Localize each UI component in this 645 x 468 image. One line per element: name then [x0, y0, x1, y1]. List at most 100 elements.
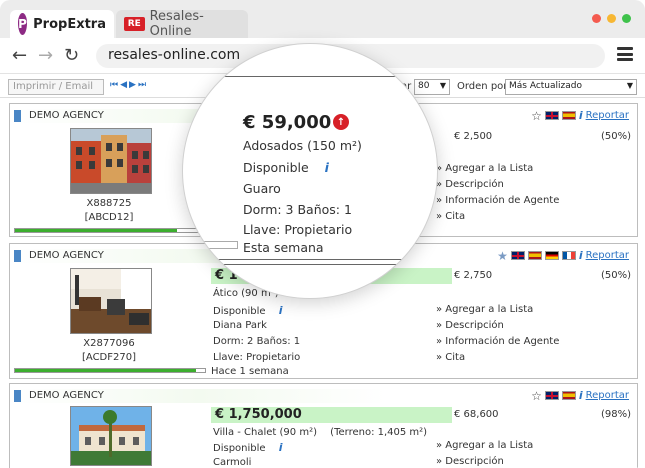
spain-flag-icon[interactable]: [561, 391, 576, 400]
price: € 1,750,000: [215, 407, 302, 422]
property-type: Villa - Chalet (90 m²) (Terreno: 1,405 m…: [213, 427, 427, 438]
spain-flag-icon[interactable]: [561, 111, 576, 120]
commission-pct: (50%): [600, 270, 631, 281]
info-icon[interactable]: i: [279, 441, 283, 454]
maximize-window-icon[interactable]: [622, 14, 631, 23]
spain-flag-icon[interactable]: [527, 251, 542, 260]
report-link[interactable]: Reportar: [586, 250, 629, 261]
magnified-price: € 59,000: [243, 112, 332, 133]
description-link[interactable]: » Descripción: [436, 320, 559, 336]
magnified-key-holder: Llave: Propietario: [243, 222, 353, 237]
show-count-value: 80: [418, 81, 430, 91]
action-links: » Agregar a la Lista » Descripción » Inf…: [436, 304, 559, 368]
magnified-rooms: Dorm: 3 Baños: 1: [243, 202, 352, 217]
show-count-select[interactable]: 80 ▼: [414, 79, 450, 95]
progress-fill: [15, 229, 177, 232]
info-icon[interactable]: i: [579, 249, 583, 262]
report-link[interactable]: Reportar: [586, 110, 629, 121]
resales-logo-icon: RE: [124, 17, 145, 31]
listing-progress-bar: [14, 368, 206, 373]
action-links: » Agregar a la Lista » Descripción: [436, 440, 533, 468]
description-link[interactable]: » Descripción: [436, 456, 533, 468]
add-to-list-link[interactable]: » Agregar a la Lista: [436, 440, 533, 456]
info-icon[interactable]: i: [579, 389, 583, 402]
flags-group: ☆ i Reportar: [531, 389, 629, 402]
availability: Disponible i: [213, 304, 283, 317]
france-flag-icon[interactable]: [561, 251, 576, 260]
description-link[interactable]: » Descripción: [436, 179, 559, 195]
order-label: Orden por: [457, 81, 508, 92]
agency-marker-icon: [14, 250, 21, 262]
availability-text: Disponible: [213, 306, 266, 317]
close-window-icon[interactable]: [592, 14, 601, 23]
propextra-logo-icon: P: [18, 13, 28, 35]
back-arrow-icon[interactable]: ←: [12, 45, 27, 66]
magnified-type: Adosados (150 m²): [243, 138, 362, 153]
listing-progress-bar: [14, 228, 206, 233]
property-code: [ACDF270]: [82, 352, 136, 363]
pagination-arrows[interactable]: ⏮◀▶⏭: [110, 80, 148, 90]
order-select[interactable]: Más Actualizado ▼: [505, 79, 637, 95]
availability-text: Disponible: [213, 443, 266, 454]
agency-name: DEMO AGENCY: [29, 110, 104, 121]
info-icon[interactable]: i: [579, 109, 583, 122]
tab-resales-online[interactable]: RE Resales-Online: [116, 9, 248, 39]
agency-marker-icon: [14, 390, 21, 402]
agency-marker-icon: [14, 110, 21, 122]
agency-name: DEMO AGENCY: [29, 250, 104, 261]
tab-propextra[interactable]: P PropExtra: [10, 10, 114, 38]
availability-text: Disponible: [243, 160, 309, 175]
forward-arrow-icon[interactable]: →: [38, 45, 53, 66]
germany-flag-icon[interactable]: [544, 251, 559, 260]
info-icon[interactable]: i: [279, 304, 283, 317]
magnified-availability: Disponible i: [243, 160, 329, 175]
terrain-size: (Terreno: 1,405 m²): [330, 427, 428, 438]
availability: Disponible i: [213, 441, 283, 454]
commission: € 2,500: [454, 131, 493, 142]
property-ref: X888725: [86, 198, 132, 209]
favorite-star-icon[interactable]: ☆: [531, 390, 542, 402]
add-to-list-link[interactable]: » Agregar a la Lista: [436, 304, 559, 320]
divider: [183, 264, 437, 265]
updated-text: Hace 1 semana: [211, 366, 289, 377]
action-links: » Agregar a la Lista » Descripción » Inf…: [436, 163, 559, 227]
browser-window: P PropExtra RE Resales-Online ← → ↻ resa…: [0, 0, 645, 468]
chevron-down-icon: ▼: [626, 81, 633, 90]
window-controls: [592, 14, 631, 23]
chevron-down-icon: ▼: [439, 81, 446, 90]
tab-bar: P PropExtra RE Resales-Online: [0, 0, 645, 39]
minimize-window-icon[interactable]: [607, 14, 616, 23]
price-up-icon: ↑: [333, 114, 349, 130]
agent-info-link[interactable]: » Información de Agente: [436, 336, 559, 352]
divider: [183, 76, 437, 77]
property-type-text: Villa - Chalet (90 m²): [213, 427, 317, 438]
favorite-star-icon[interactable]: ★: [497, 250, 508, 262]
listing-card: DEMO AGENCY ☆ i Reportar: [9, 383, 638, 468]
uk-flag-icon[interactable]: [544, 111, 559, 120]
flags-group: ★ i Reportar: [497, 249, 629, 262]
property-photo[interactable]: [70, 406, 152, 466]
price-bar: € 1,750,000: [211, 407, 452, 423]
add-to-list-link[interactable]: » Agregar a la Lista: [436, 163, 559, 179]
agent-info-link[interactable]: » Información de Agente: [436, 195, 559, 211]
divider: [183, 259, 437, 260]
favorite-star-icon[interactable]: ☆: [531, 110, 542, 122]
uk-flag-icon[interactable]: [510, 251, 525, 260]
reload-icon[interactable]: ↻: [64, 45, 79, 66]
uk-flag-icon[interactable]: [544, 391, 559, 400]
report-link[interactable]: Reportar: [586, 390, 629, 401]
property-photo[interactable]: [70, 128, 152, 194]
location: Diana Park: [213, 320, 267, 331]
property-code: [ABCD12]: [84, 212, 134, 223]
magnified-progress-bar: [183, 241, 238, 249]
tab-label: Resales-Online: [149, 9, 204, 39]
magnifier-overlay: € 59,000 ↑ Adosados (150 m²) Disponible …: [182, 43, 438, 299]
info-icon[interactable]: i: [325, 160, 329, 175]
hamburger-menu-icon[interactable]: [617, 47, 633, 61]
property-photo[interactable]: [70, 268, 152, 334]
appointment-link[interactable]: » Cita: [436, 352, 559, 368]
commission-pct: (98%): [600, 409, 631, 420]
appointment-link[interactable]: » Cita: [436, 211, 559, 227]
print-email-button[interactable]: Imprimir / Email: [8, 79, 104, 95]
magnified-updated: Esta semana: [243, 240, 324, 255]
